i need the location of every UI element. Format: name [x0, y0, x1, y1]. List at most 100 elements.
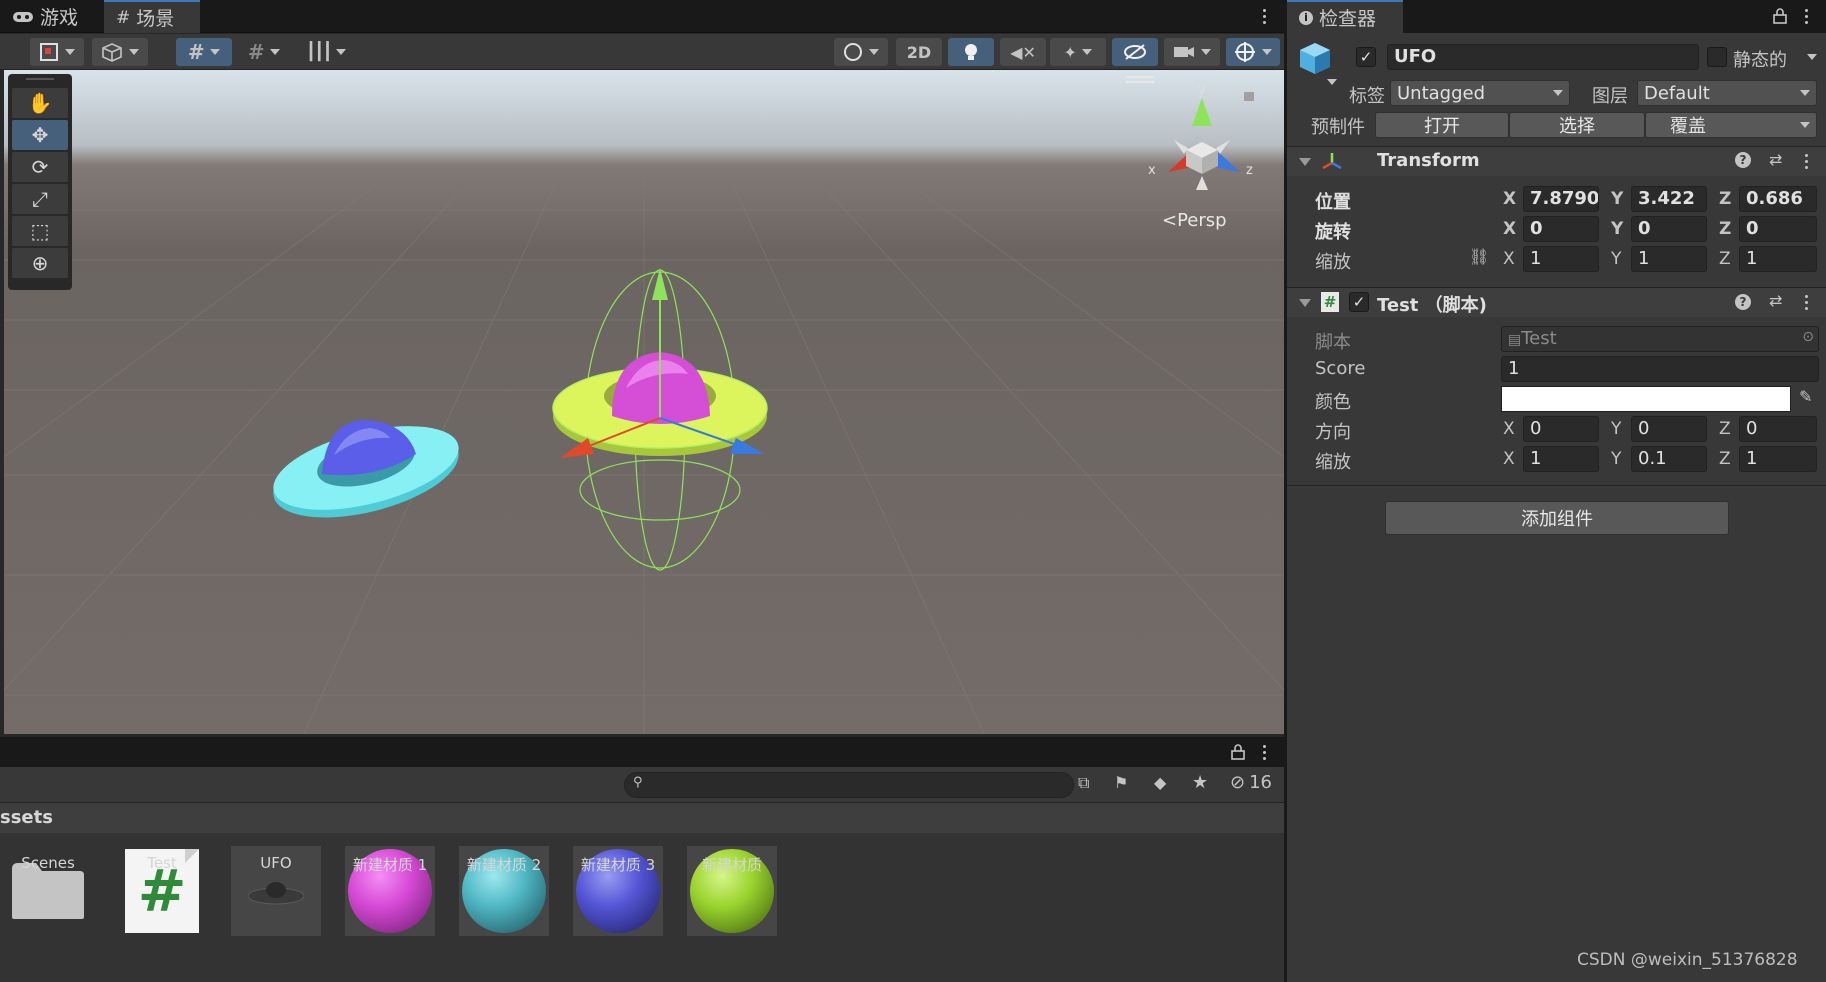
- scale-x-field[interactable]: 1: [1523, 246, 1599, 272]
- asset-item-material-3[interactable]: 新建材质 3: [568, 846, 668, 936]
- foldout-arrow-icon[interactable]: [1299, 158, 1311, 166]
- game-controller-icon: [13, 11, 33, 22]
- presets-icon[interactable]: ⇄: [1769, 291, 1782, 310]
- search-by-type-icon[interactable]: ⧉: [1078, 773, 1089, 793]
- scale-tool-button[interactable]: ⤢: [12, 184, 68, 214]
- scene-menu-icon[interactable]: [1261, 9, 1267, 24]
- grid-icon: #: [116, 7, 131, 28]
- color-swatch-field[interactable]: [1501, 386, 1791, 412]
- asset-item-material-2[interactable]: 新建材质 2: [454, 846, 554, 936]
- direction-y-field[interactable]: 0: [1631, 416, 1707, 442]
- script-scale-z-field[interactable]: 1: [1739, 446, 1817, 472]
- filter-by-type-icon[interactable]: ⚑: [1114, 773, 1128, 792]
- script-enabled-checkbox[interactable]: ✓: [1349, 292, 1369, 312]
- active-checkbox[interactable]: ✓: [1356, 47, 1376, 67]
- tab-inspector[interactable]: i 检查器: [1287, 0, 1403, 33]
- orientation-gizmo[interactable]: y x z: [1126, 76, 1254, 190]
- shading-sphere-dropdown[interactable]: [834, 38, 888, 66]
- project-menu-icon[interactable]: [1261, 745, 1267, 760]
- test-script-header[interactable]: # ✓ Test （脚本) ? ⇄: [1287, 287, 1826, 317]
- direction-label: 方向: [1315, 422, 1351, 443]
- scene-viewport[interactable]: y x z: [4, 70, 1286, 734]
- component-menu-icon[interactable]: [1803, 154, 1809, 169]
- increment-snap-dropdown[interactable]: #: [238, 38, 290, 66]
- effects-dropdown[interactable]: ✦: [1050, 38, 1106, 66]
- prefab-overrides-dropdown[interactable]: 覆盖: [1645, 112, 1817, 138]
- icon-dropdown-caret[interactable]: [1327, 79, 1337, 85]
- camera-projection-toggle[interactable]: <Persp: [1162, 210, 1227, 231]
- asset-item-ufo-prefab[interactable]: UFO: [226, 846, 326, 936]
- constrain-proportions-link-icon[interactable]: ⛓: [1469, 247, 1489, 266]
- asset-item-test-script[interactable]: # Test: [112, 846, 212, 936]
- asset-item-material-1[interactable]: 新建材质 1: [340, 846, 440, 936]
- direction-z-field[interactable]: 0: [1739, 416, 1817, 442]
- scene-visibility-toggle[interactable]: [1112, 38, 1158, 66]
- asset-item-scenes[interactable]: Scenes: [0, 846, 98, 936]
- position-z-field[interactable]: 0.686: [1739, 186, 1817, 212]
- mode-2d-button[interactable]: 2D: [896, 38, 942, 66]
- search-input[interactable]: ⚲: [624, 772, 1074, 798]
- asset-label: 新建材质 3: [580, 856, 656, 874]
- hand-tool-button[interactable]: ✋: [12, 88, 68, 118]
- cube-outline-icon: [102, 43, 123, 62]
- prefab-select-label: 选择: [1559, 116, 1595, 137]
- add-component-button[interactable]: 添加组件: [1385, 501, 1729, 535]
- rotation-z-field[interactable]: 0: [1739, 216, 1817, 242]
- filter-by-label-icon[interactable]: ◆: [1154, 773, 1166, 792]
- static-dropdown-caret[interactable]: [1807, 54, 1817, 60]
- rotation-y-field[interactable]: 0: [1631, 216, 1707, 242]
- lighting-toggle[interactable]: [948, 38, 994, 66]
- lock-icon[interactable]: [1244, 92, 1254, 101]
- eyedropper-icon[interactable]: ✎: [1799, 387, 1812, 406]
- position-x-field[interactable]: 7.87901: [1523, 186, 1599, 212]
- scene-canvas[interactable]: y x z: [4, 70, 1286, 734]
- lock-icon[interactable]: [1773, 8, 1787, 24]
- rotate-tool-button[interactable]: ⟳: [12, 152, 68, 182]
- object-name-field[interactable]: UFO: [1387, 44, 1699, 70]
- script-scale-x-field[interactable]: 1: [1523, 446, 1599, 472]
- lock-icon[interactable]: [1231, 744, 1245, 760]
- move-tool-button[interactable]: ✥: [12, 120, 68, 150]
- help-icon[interactable]: ?: [1735, 152, 1751, 168]
- transform-tool-button[interactable]: ⊕: [12, 248, 68, 278]
- prefab-open-button[interactable]: 打开: [1375, 112, 1509, 138]
- grid-snap-toggle[interactable]: #: [176, 38, 232, 66]
- rotation-x-field[interactable]: 0: [1523, 216, 1599, 242]
- tab-game[interactable]: 游戏: [0, 0, 90, 33]
- presets-icon[interactable]: ⇄: [1769, 150, 1782, 169]
- cyan-ufo-object[interactable]: [265, 410, 468, 534]
- watermark-text: CSDN @weixin_51376828: [1577, 950, 1798, 970]
- camera-dropdown[interactable]: [1164, 38, 1220, 66]
- script-scale-y-field[interactable]: 0.1: [1631, 446, 1707, 472]
- rect-tool-button[interactable]: ⬚: [12, 216, 68, 246]
- component-menu-icon[interactable]: [1803, 295, 1809, 310]
- scale-z-field[interactable]: 1: [1739, 246, 1817, 272]
- tag-dropdown[interactable]: Untagged: [1390, 80, 1570, 106]
- asset-item-material[interactable]: 新建材质: [682, 846, 782, 936]
- assets-breadcrumb[interactable]: ssets: [0, 803, 1286, 833]
- transform-header[interactable]: Transform ? ⇄: [1287, 146, 1826, 176]
- inspector-menu-icon[interactable]: [1803, 9, 1809, 24]
- project-toolbar: ⚲ ⧉ ⚑ ◆ ★ ⊘ 16: [0, 767, 1286, 803]
- foldout-arrow-icon[interactable]: [1299, 299, 1311, 307]
- static-checkbox[interactable]: [1707, 47, 1727, 67]
- gameobject-cube-icon[interactable]: [1297, 41, 1333, 79]
- render-mode-dropdown[interactable]: [92, 38, 148, 66]
- object-picker-icon[interactable]: ⊙: [1802, 329, 1814, 345]
- position-y-field[interactable]: 3.422: [1631, 186, 1707, 212]
- layer-dropdown[interactable]: Default: [1637, 80, 1817, 106]
- help-icon[interactable]: ?: [1735, 294, 1751, 310]
- gizmos-dropdown[interactable]: [1226, 38, 1280, 66]
- tab-scene[interactable]: # 场景: [104, 0, 200, 33]
- prefab-select-button[interactable]: 选择: [1509, 112, 1645, 138]
- ruler-dropdown[interactable]: ┃┃┃: [298, 38, 354, 66]
- hidden-packages-toggle[interactable]: ⊘ 16: [1230, 772, 1272, 793]
- selected-ufo-object[interactable]: [552, 268, 768, 571]
- favorite-star-icon[interactable]: ★: [1192, 772, 1208, 793]
- draw-mode-dropdown[interactable]: [30, 38, 84, 66]
- overlay-drag-handle[interactable]: [26, 78, 54, 84]
- score-field[interactable]: 1: [1501, 356, 1819, 382]
- audio-toggle[interactable]: ◀✕: [1000, 38, 1046, 66]
- direction-x-field[interactable]: 0: [1523, 416, 1599, 442]
- scale-y-field[interactable]: 1: [1631, 246, 1707, 272]
